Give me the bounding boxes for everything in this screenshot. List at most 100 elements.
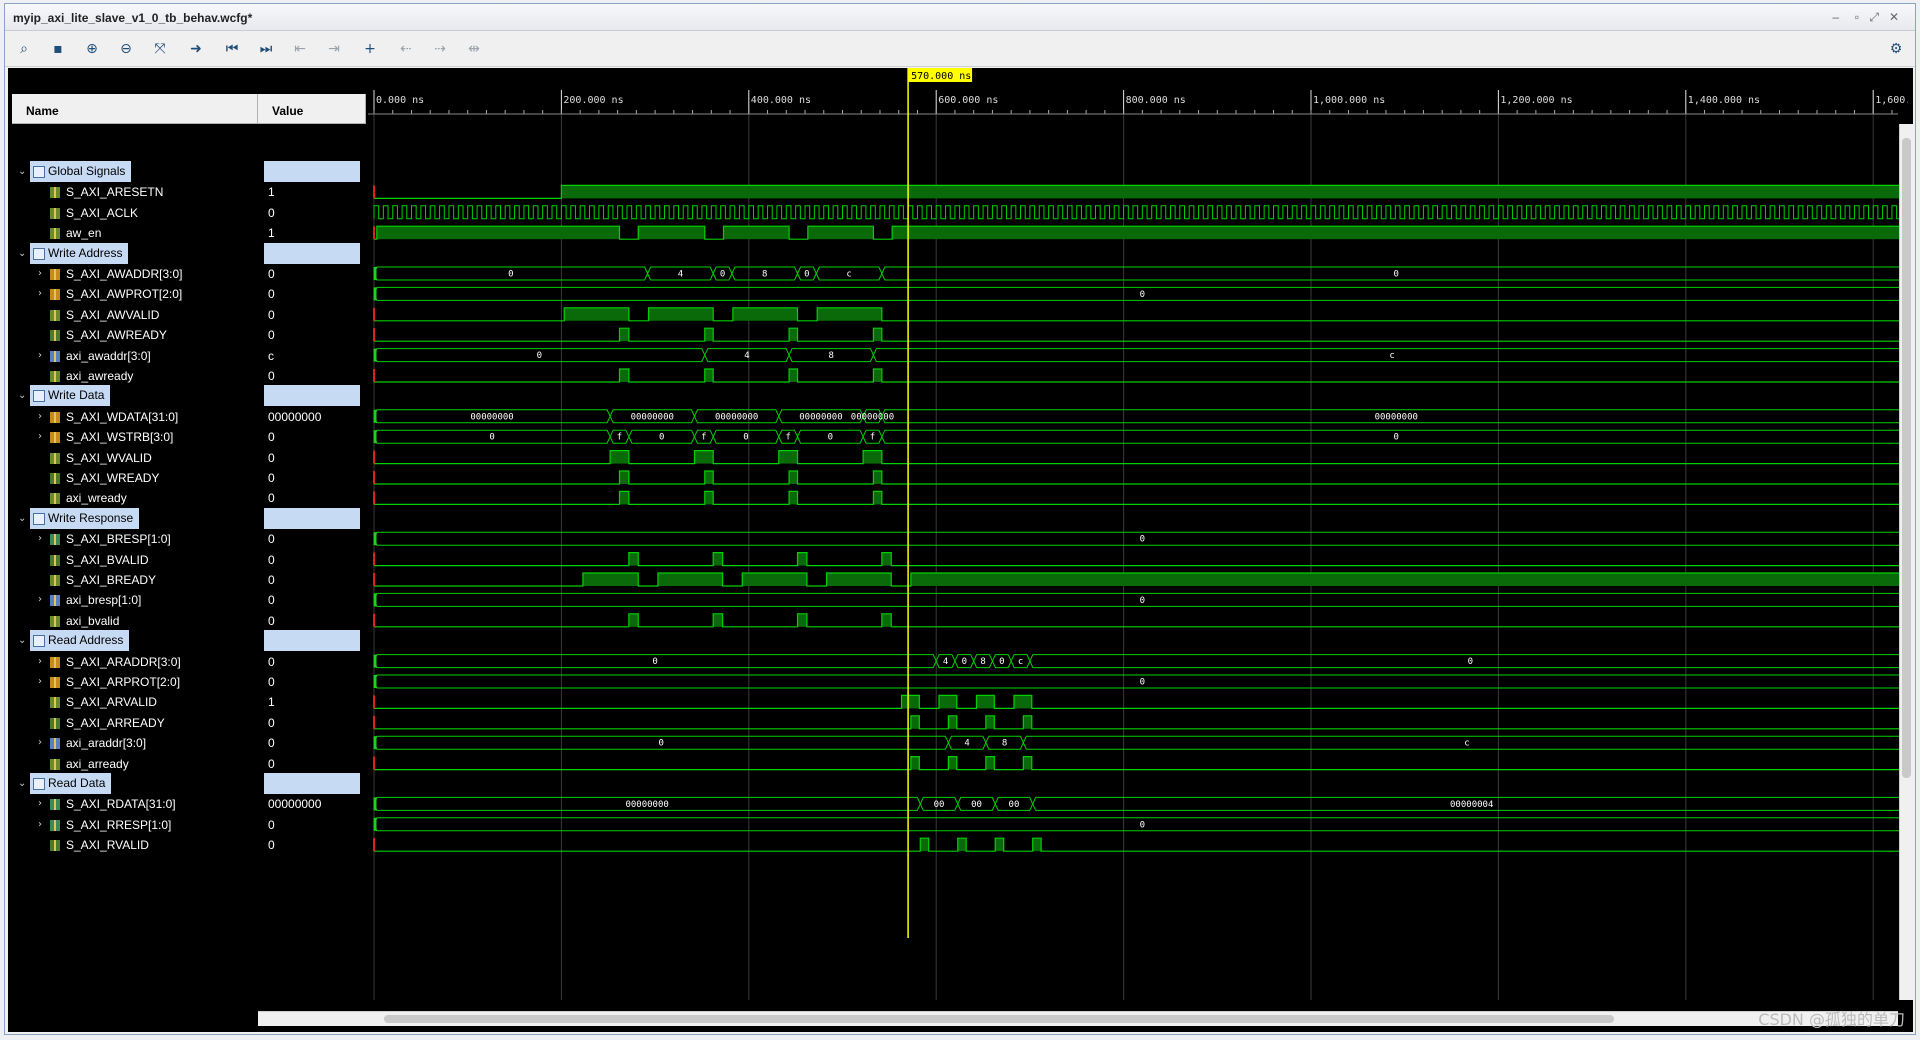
signal-row[interactable]: S_AXI_AWREADY bbox=[12, 324, 258, 346]
collapse-chevron-icon[interactable]: ⌄ bbox=[18, 630, 26, 652]
horizontal-scroll-thumb[interactable] bbox=[384, 1015, 1614, 1023]
signal-row[interactable]: › S_AXI_RDATA[31:0] bbox=[12, 793, 258, 815]
prev-transition-icon[interactable]: ⇤ bbox=[289, 39, 311, 59]
signal-row[interactable]: › S_AXI_WDATA[31:0] bbox=[12, 406, 258, 428]
vertical-scroll-thumb[interactable] bbox=[1902, 138, 1911, 778]
high-fill bbox=[628, 552, 639, 566]
high-fill bbox=[657, 573, 723, 586]
signal-group[interactable]: ⌄ Write Response bbox=[12, 507, 258, 530]
save-icon[interactable]: ▪ bbox=[47, 39, 69, 59]
signal-row[interactable]: › S_AXI_WSTRB[3:0] bbox=[12, 426, 258, 448]
signal-group[interactable]: ⌄ Write Data bbox=[12, 385, 258, 407]
expand-chevron-icon[interactable]: › bbox=[38, 793, 42, 815]
signal-row[interactable]: › S_AXI_ARPROT[2:0] bbox=[12, 671, 258, 693]
high-fill bbox=[1032, 838, 1042, 852]
signal-row[interactable]: S_AXI_WREADY bbox=[12, 467, 258, 489]
signal-group[interactable]: ⌄ Write Address bbox=[12, 242, 258, 265]
bus-value-label: 00000000 bbox=[715, 412, 758, 422]
collapse-chevron-icon[interactable]: ⌄ bbox=[18, 243, 26, 265]
window-title: myip_axi_lite_slave_v1_0_tb_behav.wcfg* bbox=[13, 11, 253, 25]
signal-row[interactable]: › S_AXI_RRESP[1:0] bbox=[12, 814, 258, 836]
signal-row[interactable]: › S_AXI_AWPROT[2:0] bbox=[12, 283, 258, 305]
bus-signal-icon bbox=[50, 738, 60, 750]
signal-name: S_AXI_AWPROT[2:0] bbox=[66, 287, 183, 302]
bus-value-label: 0 bbox=[1140, 290, 1145, 300]
signal-row[interactable]: axi_arready bbox=[12, 753, 258, 775]
signal-row[interactable]: S_AXI_ARVALID bbox=[12, 691, 258, 713]
next-transition-icon[interactable]: ⇥ bbox=[323, 39, 345, 59]
expand-chevron-icon[interactable]: › bbox=[38, 283, 42, 305]
high-fill bbox=[704, 491, 714, 505]
goto-start-icon[interactable]: ⏮ bbox=[221, 39, 243, 59]
wave-horizontal-scrollbar[interactable] bbox=[368, 1011, 1898, 1026]
expand-chevron-icon[interactable]: › bbox=[38, 345, 42, 367]
prev-marker-icon[interactable]: ⇠ bbox=[395, 39, 417, 59]
signal-row[interactable]: S_AXI_WVALID bbox=[12, 447, 258, 469]
goto-cursor-icon[interactable]: ➜ bbox=[185, 39, 207, 59]
signal-value: 0 bbox=[268, 756, 275, 771]
signal-name: S_AXI_AWADDR[3:0] bbox=[66, 267, 183, 281]
restore-icon[interactable]: ▫ bbox=[1855, 10, 1859, 24]
tick-label: 0.000 ns bbox=[376, 95, 424, 106]
signal-row[interactable]: › axi_bresp[1:0] bbox=[12, 589, 258, 611]
signal-row[interactable]: › S_AXI_BRESP[1:0] bbox=[12, 528, 258, 550]
signal-value: 0 bbox=[268, 654, 275, 669]
zoom-in-icon[interactable]: ⊕ bbox=[81, 39, 103, 59]
goto-end-icon[interactable]: ⏭ bbox=[255, 39, 277, 59]
zoom-fit-icon[interactable]: ⤧ bbox=[149, 39, 171, 59]
signal-row[interactable]: › S_AXI_ARADDR[3:0] bbox=[12, 651, 258, 673]
maximize-icon[interactable]: ⤢ bbox=[1869, 10, 1879, 25]
signal-row[interactable]: axi_wready bbox=[12, 487, 258, 509]
expand-chevron-icon[interactable]: › bbox=[38, 406, 42, 428]
signal-row[interactable]: S_AXI_RVALID bbox=[12, 834, 258, 856]
bus-value-label: 0 bbox=[743, 433, 748, 443]
close-icon[interactable]: ✕ bbox=[1889, 10, 1899, 24]
expand-chevron-icon[interactable]: › bbox=[38, 651, 42, 673]
minimize-icon[interactable]: – bbox=[1832, 10, 1839, 24]
gear-icon[interactable]: ⚙ bbox=[1885, 39, 1907, 59]
value-column-header[interactable]: Value bbox=[258, 94, 366, 124]
collapse-chevron-icon[interactable]: ⌄ bbox=[18, 508, 26, 530]
signal-icon bbox=[50, 452, 60, 464]
value-horizontal-scrollbar[interactable] bbox=[258, 1011, 368, 1026]
signal-value: 0 bbox=[268, 838, 275, 853]
signal-value: 00000000 bbox=[268, 409, 322, 424]
signal-row[interactable]: S_AXI_BVALID bbox=[12, 549, 258, 571]
expand-chevron-icon[interactable]: › bbox=[38, 426, 42, 448]
signal-row[interactable]: aw_en bbox=[12, 222, 258, 244]
add-marker-icon[interactable]: + bbox=[359, 39, 381, 59]
swap-cursors-icon[interactable]: ⇹ bbox=[463, 39, 485, 59]
collapse-chevron-icon[interactable]: ⌄ bbox=[18, 773, 26, 795]
name-column-header[interactable]: Name bbox=[12, 94, 258, 124]
collapse-chevron-icon[interactable]: ⌄ bbox=[18, 161, 26, 183]
expand-chevron-icon[interactable]: › bbox=[38, 814, 42, 836]
signal-row[interactable]: › axi_awaddr[3:0] bbox=[12, 345, 258, 367]
signal-row[interactable]: S_AXI_ARREADY bbox=[12, 712, 258, 734]
collapse-chevron-icon[interactable]: ⌄ bbox=[18, 385, 26, 407]
waveform-canvas[interactable]: 0.000 ns 200.000 ns 400.000 ns 600.000 ns 80… bbox=[368, 68, 1908, 1000]
next-marker-icon[interactable]: ⇢ bbox=[429, 39, 451, 59]
bus-signal-icon bbox=[50, 819, 60, 831]
signal-row[interactable]: S_AXI_ARESETN bbox=[12, 181, 258, 203]
signal-name: axi_arready bbox=[66, 756, 129, 771]
signal-row[interactable]: S_AXI_ACLK bbox=[12, 202, 258, 224]
expand-chevron-icon[interactable]: › bbox=[38, 732, 42, 754]
signal-row[interactable]: axi_bvalid bbox=[12, 610, 258, 632]
expand-chevron-icon[interactable]: › bbox=[38, 263, 42, 285]
signal-name: S_AXI_WSTRB[3:0] bbox=[66, 430, 174, 445]
signal-row[interactable]: › S_AXI_AWADDR[3:0] bbox=[12, 263, 258, 285]
high-fill bbox=[948, 715, 957, 729]
expand-chevron-icon[interactable]: › bbox=[38, 671, 42, 693]
signal-group[interactable]: ⌄ Read Data bbox=[12, 773, 258, 795]
vertical-scrollbar[interactable] bbox=[1899, 124, 1914, 1000]
expand-chevron-icon[interactable]: › bbox=[38, 528, 42, 550]
expand-chevron-icon[interactable]: › bbox=[38, 589, 42, 611]
signal-group[interactable]: ⌄ Global Signals bbox=[12, 161, 258, 183]
signal-group[interactable]: ⌄ Read Address bbox=[12, 630, 258, 652]
search-icon[interactable]: ⌕ bbox=[13, 39, 35, 59]
signal-row[interactable]: S_AXI_AWVALID bbox=[12, 304, 258, 326]
zoom-out-icon[interactable]: ⊖ bbox=[115, 39, 137, 59]
signal-row[interactable]: axi_awready bbox=[12, 365, 258, 387]
signal-row[interactable]: S_AXI_BREADY bbox=[12, 569, 258, 591]
signal-row[interactable]: › axi_araddr[3:0] bbox=[12, 732, 258, 754]
